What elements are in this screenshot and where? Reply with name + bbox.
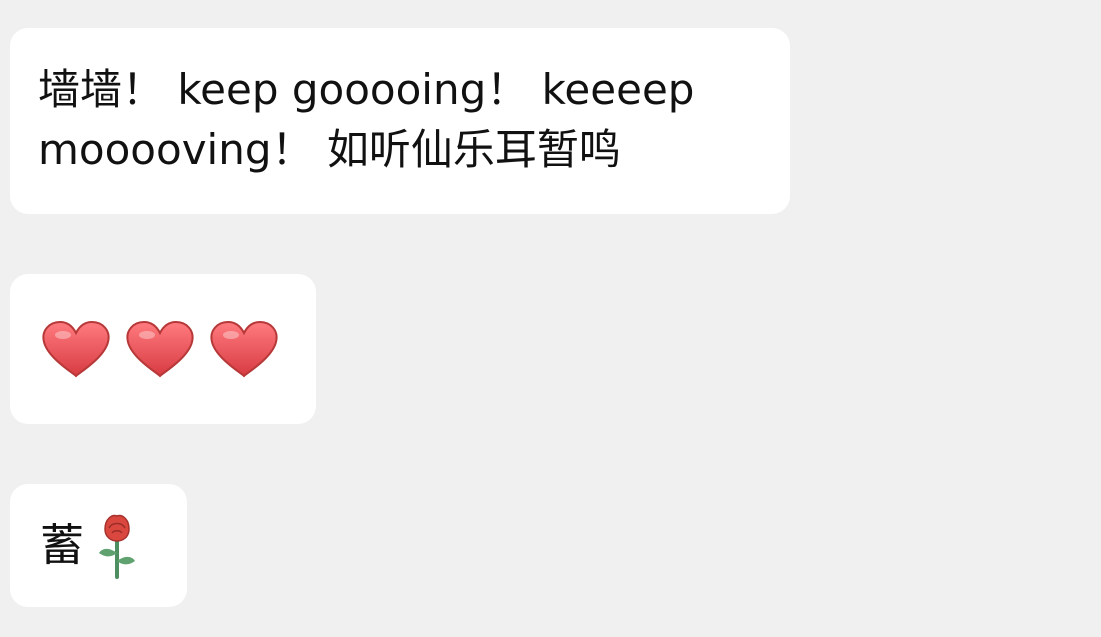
message-text-1: 墙墙！ keep gooooing！ keeeep mooooving！ 如听仙… xyxy=(38,65,695,174)
heart-icon xyxy=(126,320,194,378)
message-bubble-1[interactable]: 墙墙！ keep gooooing！ keeeep mooooving！ 如听仙… xyxy=(10,28,790,214)
heart-icon xyxy=(210,320,278,378)
emoji-row xyxy=(40,318,280,380)
message-content-3: 蓄 xyxy=(40,511,142,581)
message-bubble-2[interactable] xyxy=(10,274,316,424)
message-bubble-3[interactable]: 蓄 xyxy=(10,484,187,607)
rose-icon xyxy=(99,514,135,579)
heart-icon xyxy=(42,320,110,378)
message-text-3: 蓄 xyxy=(40,519,84,571)
chat-messages-pane: 墙墙！ keep gooooing！ keeeep mooooving！ 如听仙… xyxy=(0,0,1101,637)
